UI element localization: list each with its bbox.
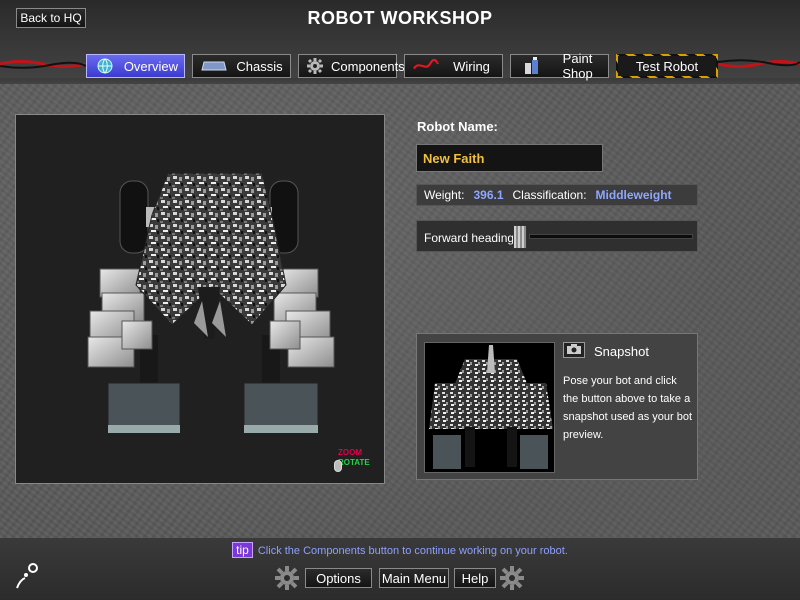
wire-icon xyxy=(413,58,439,74)
page-title: ROBOT WORKSHOP xyxy=(307,8,493,28)
weight-label: Weight: xyxy=(424,188,465,202)
weight-value: 396.1 xyxy=(473,188,504,202)
cable-decoration-left xyxy=(0,60,86,69)
logo-icon xyxy=(16,563,38,589)
snapshot-camera-button[interactable] xyxy=(563,342,585,358)
robot-stats-bar: Weight: 396.1 Classification: Middleweig… xyxy=(416,184,698,206)
robot-name-input[interactable] xyxy=(416,144,603,172)
help-button[interactable]: Help xyxy=(454,568,496,588)
main-menu-button[interactable]: Main Menu xyxy=(379,568,449,588)
tab-components-label: Components xyxy=(331,58,405,74)
rotate-hint: ROTATE xyxy=(338,458,370,467)
forward-heading-track[interactable] xyxy=(529,234,693,239)
gear-icon xyxy=(275,566,299,590)
options-button[interactable]: Options xyxy=(305,568,372,588)
tab-wiring-label: Wiring xyxy=(453,58,490,74)
globe-icon xyxy=(95,58,116,74)
mouse-icon xyxy=(334,460,342,472)
tab-wiring[interactable]: Wiring xyxy=(404,54,503,78)
cable-decoration-right xyxy=(718,59,800,68)
robot-model xyxy=(87,172,335,434)
snapshot-description: Pose your bot and click the button above… xyxy=(563,375,693,441)
classification-value: Middleweight xyxy=(595,188,672,202)
viewport-controls-hint: ZOOM ROTATE xyxy=(338,448,370,468)
tab-paint-shop-label: Paint Shop xyxy=(562,51,593,81)
tab-overview-label: Overview xyxy=(123,58,178,74)
tab-test-robot[interactable]: Test Robot xyxy=(616,54,718,78)
forward-heading-slider-handle[interactable] xyxy=(513,225,527,249)
classification-label: Classification: xyxy=(512,188,587,202)
tab-components[interactable]: Components xyxy=(298,54,405,78)
forward-heading-control: Forward heading: xyxy=(416,220,698,252)
paint-can-icon xyxy=(519,57,545,74)
robot-name-label: Robot Name: xyxy=(417,119,498,134)
zoom-hint: ZOOM xyxy=(338,448,362,457)
tab-chassis[interactable]: Chassis xyxy=(192,54,291,78)
chassis-icon xyxy=(201,58,227,74)
tab-paint-shop[interactable]: Paint Shop xyxy=(510,51,609,81)
tab-overview[interactable]: Overview xyxy=(86,54,185,78)
tip-text: Click the Components button to continue … xyxy=(257,545,568,557)
camera-icon xyxy=(567,341,581,359)
gear-icon xyxy=(500,566,524,590)
snapshot-panel: Snapshot Pose your bot and click the but… xyxy=(416,333,698,480)
snapshot-preview xyxy=(424,342,555,473)
robot-3d-viewport[interactable]: ZOOM ROTATE xyxy=(15,114,385,484)
tip-bar: tip Click the Components button to conti… xyxy=(0,542,800,558)
snapshot-title: Snapshot xyxy=(594,344,649,359)
forward-heading-label: Forward heading: xyxy=(424,231,518,245)
tab-test-robot-label: Test Robot xyxy=(635,58,699,74)
gear-icon xyxy=(307,58,323,74)
tip-badge: tip xyxy=(232,542,253,558)
tab-chassis-label: Chassis xyxy=(236,58,283,74)
